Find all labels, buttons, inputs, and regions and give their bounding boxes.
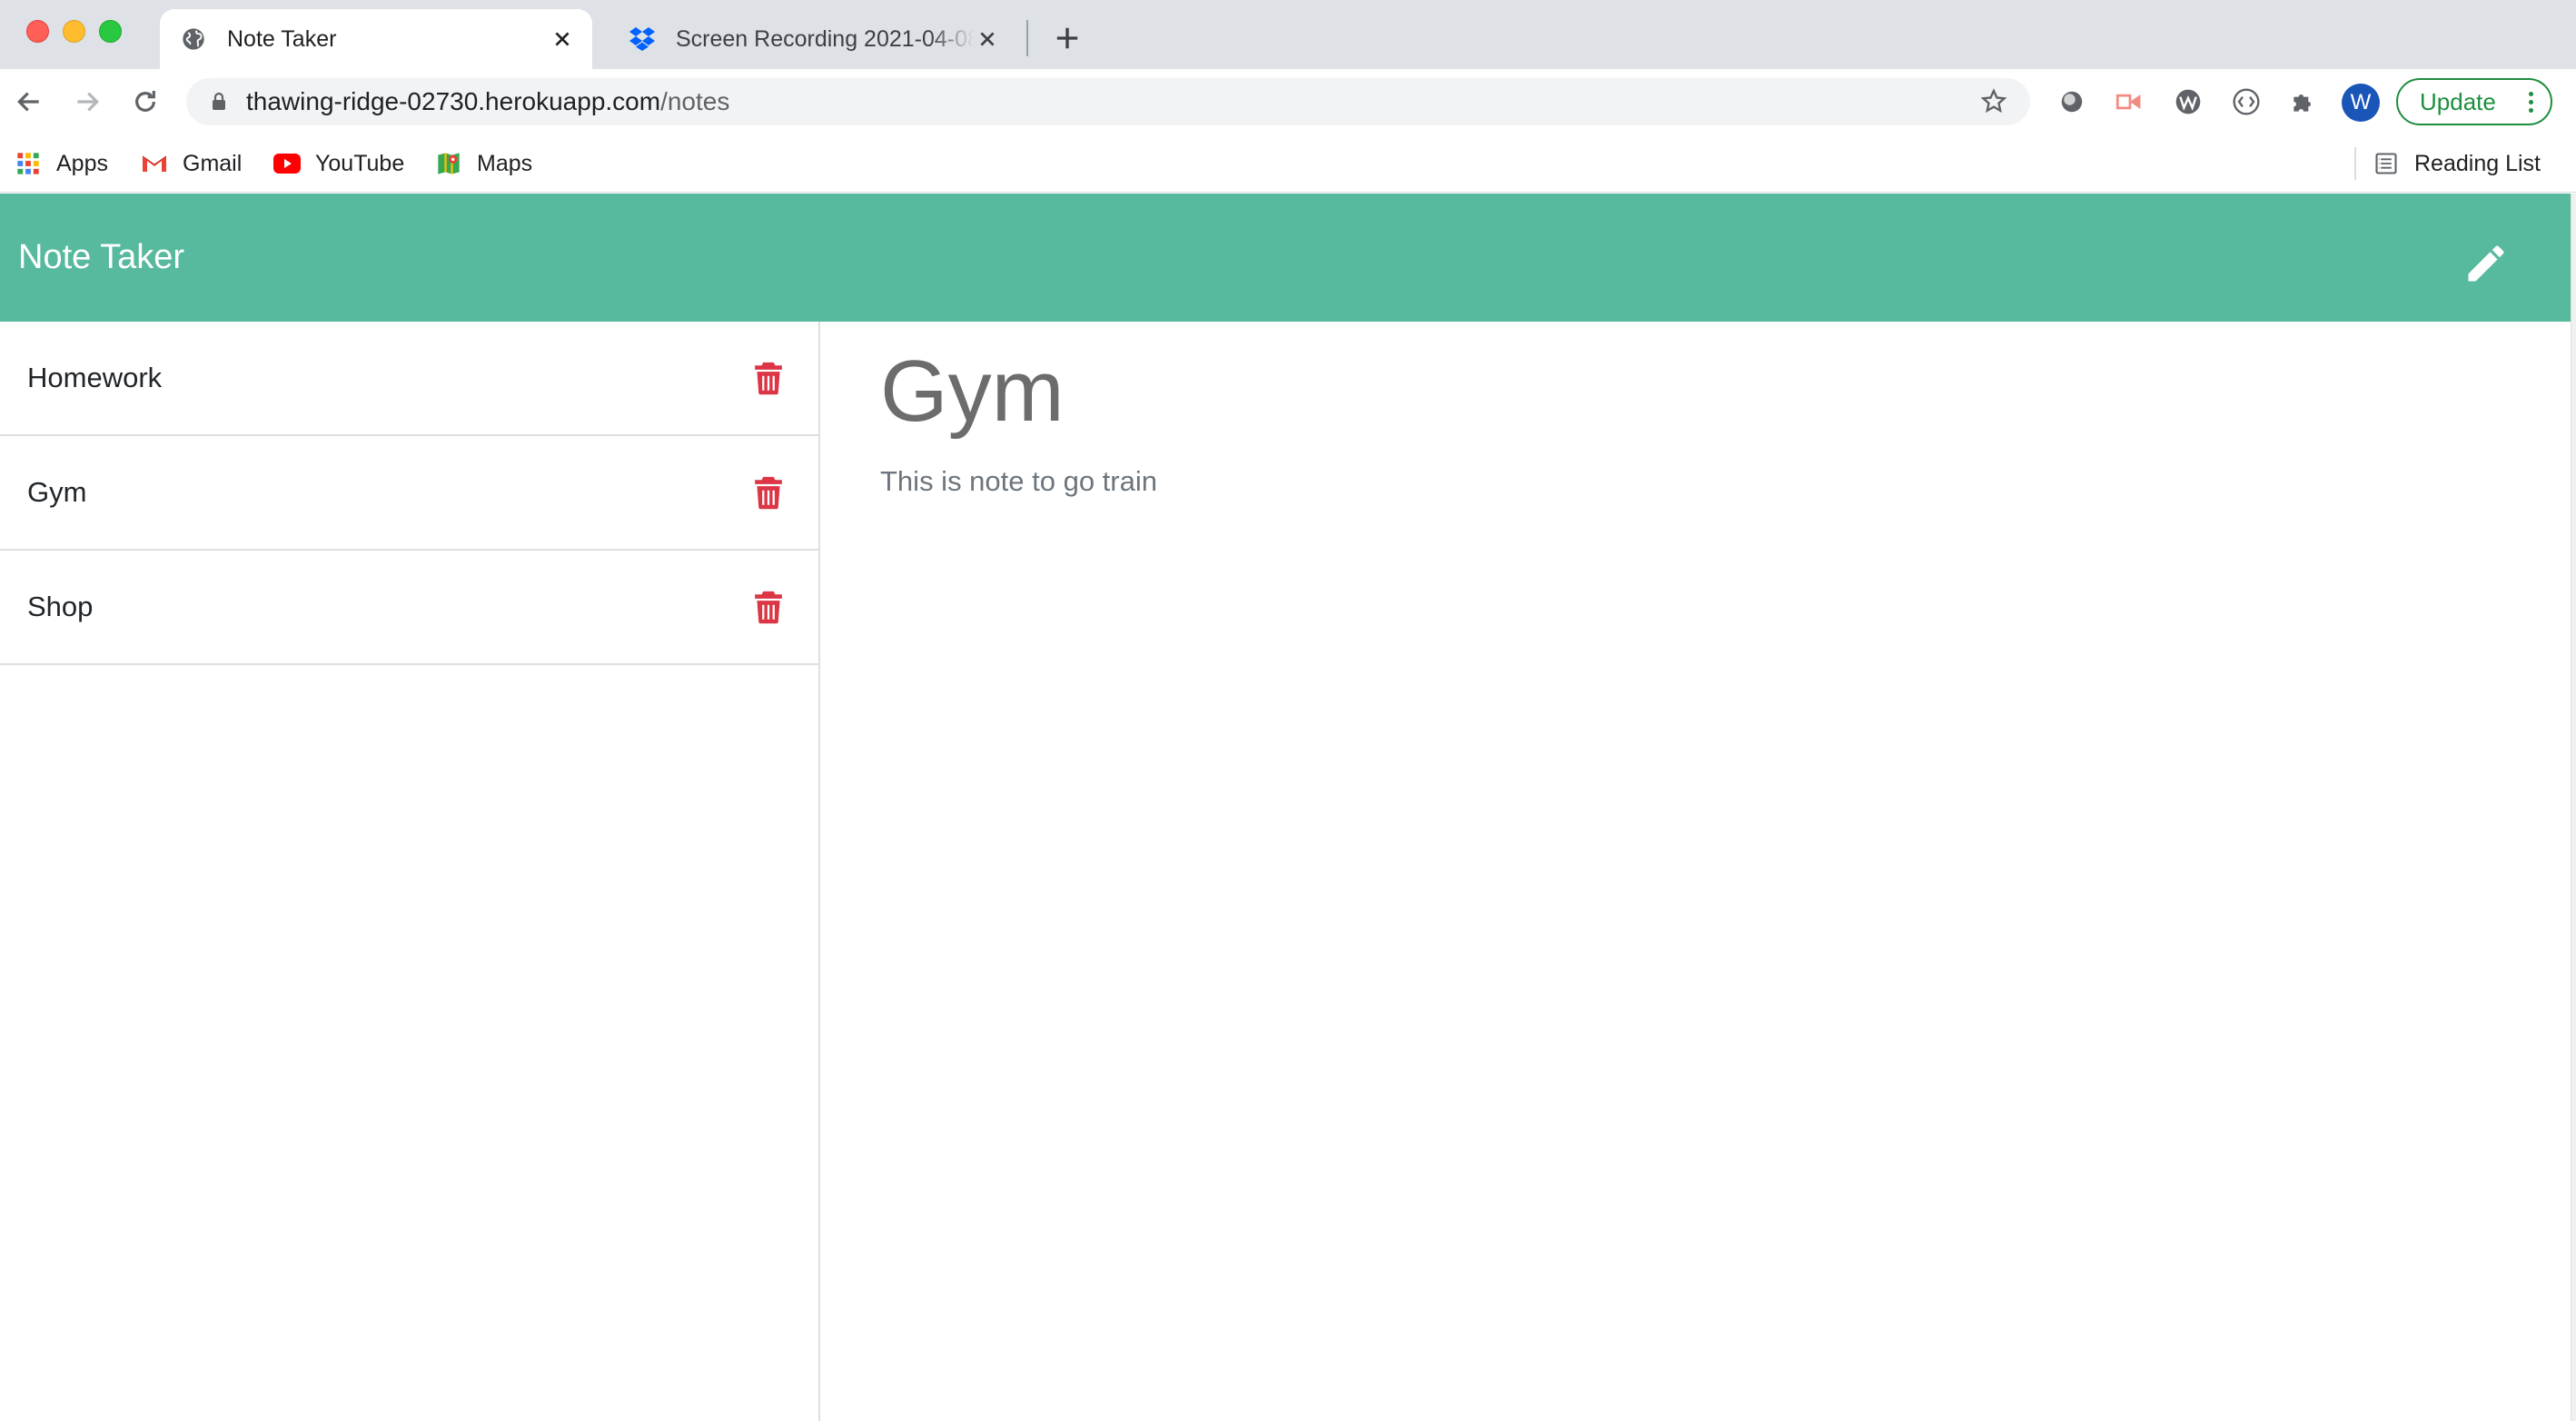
bookmark-label: Apps: [56, 150, 108, 176]
bookmark-label: Maps: [477, 150, 533, 176]
globe-icon: [180, 25, 207, 53]
trash-icon[interactable]: [753, 360, 784, 396]
more-vertical-icon[interactable]: [2527, 91, 2534, 113]
maps-icon: [435, 150, 462, 177]
extension-code-icon[interactable]: [2228, 84, 2264, 120]
update-label: Update: [2420, 87, 2496, 115]
tab-note-taker[interactable]: Note Taker: [160, 9, 592, 69]
list-item[interactable]: Shop: [0, 551, 818, 665]
address-bar[interactable]: thawing-ridge-02730.herokuapp.com/notes: [186, 78, 2030, 125]
tab-separator: [1026, 20, 1028, 56]
trash-icon[interactable]: [753, 474, 784, 511]
bookmarks-bar: Apps Gmail YouTube Maps Reading List: [0, 134, 2576, 193]
window-zoom-button[interactable]: [99, 20, 122, 43]
new-note-pencil-icon[interactable]: [2462, 239, 2511, 288]
bookmark-youtube[interactable]: YouTube: [273, 145, 404, 182]
note-editor: Gym This is note to go train: [820, 322, 2571, 1421]
trash-icon[interactable]: [753, 589, 784, 625]
url-host: thawing-ridge-02730.herokuapp.com: [246, 87, 661, 115]
note-title[interactable]: Homework: [27, 362, 753, 394]
list-item[interactable]: Homework: [0, 322, 818, 436]
browser-tab-strip: Note Taker Screen Recording 2021-04-08: [0, 0, 2576, 69]
notes-list: Homework Gym Shop: [0, 322, 820, 1421]
new-tab-icon[interactable]: [1049, 20, 1085, 56]
youtube-icon: [273, 150, 301, 177]
back-arrow-icon[interactable]: [9, 82, 49, 122]
browser-toolbar: thawing-ridge-02730.herokuapp.com/notes …: [0, 69, 2576, 134]
bookmark-label: Gmail: [183, 150, 243, 176]
bookmark-gmail[interactable]: Gmail: [141, 145, 242, 182]
note-text-field[interactable]: This is note to go train: [880, 463, 1157, 500]
url-text[interactable]: thawing-ridge-02730.herokuapp.com/notes: [246, 87, 729, 116]
lock-icon: [208, 91, 230, 113]
reload-icon[interactable]: [125, 82, 165, 122]
forward-arrow-icon[interactable]: [67, 82, 107, 122]
tab-title: Note Taker: [227, 25, 337, 52]
extension-circle-icon[interactable]: [2054, 84, 2090, 120]
url-path: /notes: [660, 87, 730, 115]
bookmark-label: YouTube: [315, 150, 405, 176]
bookmark-apps[interactable]: Apps: [15, 145, 108, 182]
extension-recorder-icon[interactable]: [2112, 84, 2148, 120]
bookmark-maps[interactable]: Maps: [435, 145, 532, 182]
tab-screen-recording[interactable]: Screen Recording 2021-04-08: [609, 9, 1017, 69]
reading-list-label: Reading List: [2414, 150, 2541, 176]
list-item[interactable]: Gym: [0, 436, 818, 551]
apps-grid-icon: [15, 150, 42, 177]
window-close-button[interactable]: [26, 20, 49, 43]
extensions-puzzle-icon[interactable]: [2285, 84, 2322, 120]
note-title[interactable]: Shop: [27, 591, 753, 623]
app-navbar: Note Taker: [0, 194, 2571, 322]
dropbox-icon: [629, 25, 656, 53]
profile-avatar[interactable]: W: [2342, 84, 2380, 122]
bookmark-star-icon[interactable]: [1979, 87, 2008, 116]
update-button[interactable]: Update: [2396, 78, 2552, 125]
bookmarks-divider: [2354, 147, 2356, 180]
note-title-field[interactable]: Gym: [880, 342, 1065, 442]
window-minimize-button[interactable]: [63, 20, 85, 43]
tab-close-icon[interactable]: [974, 25, 1001, 53]
reading-list-icon: [2373, 150, 2400, 177]
reading-list-button[interactable]: Reading List: [2373, 145, 2541, 182]
gmail-icon: [141, 150, 168, 177]
tab-close-icon[interactable]: [549, 25, 576, 53]
extension-w-icon[interactable]: [2170, 84, 2206, 120]
page-scrollbar[interactable]: [2571, 194, 2576, 1421]
tab-title: Screen Recording 2021-04-08: [676, 25, 974, 52]
note-title[interactable]: Gym: [27, 476, 753, 509]
app-brand[interactable]: Note Taker: [18, 235, 184, 279]
